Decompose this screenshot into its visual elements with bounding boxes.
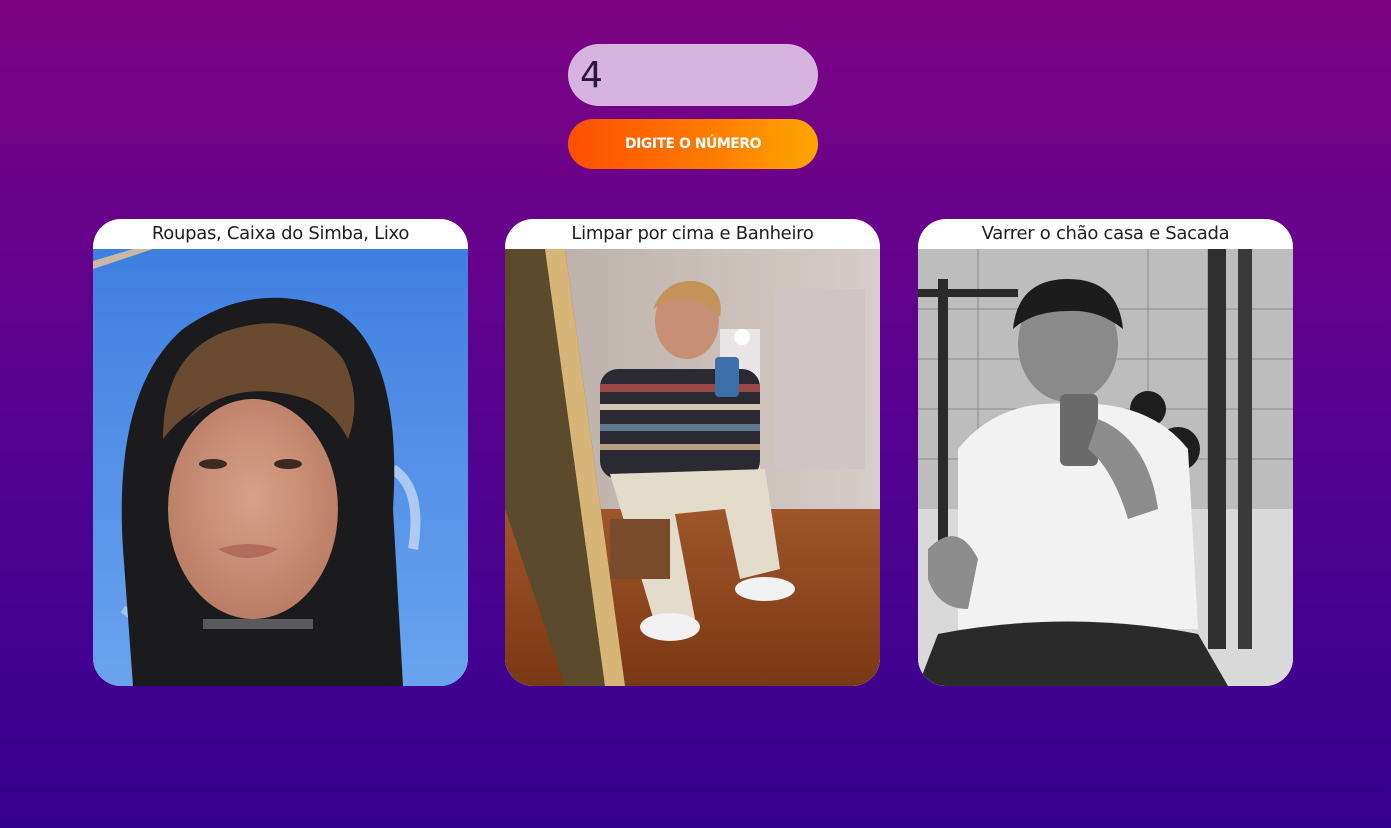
selfie-hoodie-photo xyxy=(93,249,468,686)
card-title: Varrer o chão casa e Sacada xyxy=(981,223,1230,244)
card-title: Limpar por cima e Banheiro xyxy=(571,223,814,244)
mirror-selfie-photo xyxy=(505,249,880,686)
card-title: Roupas, Caixa do Simba, Lixo xyxy=(151,223,410,244)
card-photo xyxy=(505,249,880,686)
gym-selfie-photo xyxy=(918,249,1293,686)
task-card-2: Limpar por cima e Banheiro xyxy=(505,219,880,686)
task-card-1: Roupas, Caixa do Simba, Lixo xyxy=(93,219,468,686)
card-photo xyxy=(93,249,468,686)
enter-number-button[interactable]: DIGITE O NÚMERO xyxy=(568,119,818,169)
number-input[interactable] xyxy=(568,44,818,106)
card-photo xyxy=(918,249,1293,686)
task-card-3: Varrer o chão casa e Sacada xyxy=(918,219,1293,686)
